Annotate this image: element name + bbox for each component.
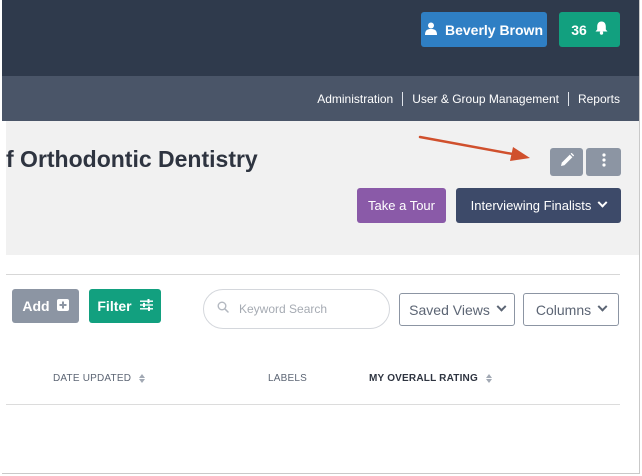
nav-user-group-management[interactable]: User & Group Management (412, 92, 559, 106)
saved-views-dropdown[interactable]: Saved Views (399, 293, 515, 326)
chevron-down-icon (597, 197, 608, 208)
take-tour-button[interactable]: Take a Tour (357, 188, 446, 223)
sort-icon (139, 374, 146, 383)
add-label: Add (22, 298, 50, 314)
section-divider (6, 274, 620, 275)
edit-button[interactable] (550, 148, 583, 176)
vertical-dots-icon (601, 152, 606, 172)
filter-label: Filter (97, 298, 132, 314)
secondary-nav: Administration User & Group Management R… (2, 76, 639, 121)
chevron-down-icon (496, 301, 507, 312)
column-header-label: DATE UPDATED (53, 373, 132, 384)
nav-divider (567, 91, 569, 106)
nav-reports[interactable]: Reports (578, 92, 620, 106)
column-header-label: LABELS (268, 373, 308, 384)
column-header-labels: LABELS (268, 373, 307, 384)
nav-administration[interactable]: Administration (317, 92, 393, 106)
plus-square-icon (56, 298, 69, 314)
more-options-button[interactable] (586, 148, 621, 176)
saved-views-label: Saved Views (409, 301, 490, 318)
page-title: f Orthodontic Dentistry (6, 146, 258, 172)
table-header: DATE UPDATED LABELS MY OVERALL RATING (6, 361, 620, 405)
user-icon (424, 22, 437, 38)
pencil-icon (560, 152, 574, 172)
search-input[interactable] (239, 302, 379, 316)
column-header-label: MY OVERALL RATING (369, 373, 478, 384)
notifications-button[interactable]: 36 (559, 12, 620, 47)
user-menu-button[interactable]: Beverly Brown (421, 12, 547, 47)
sliders-icon (139, 298, 153, 314)
title-panel: f Orthodontic Dentistry Take a Tour Inte… (6, 121, 639, 255)
user-name: Beverly Brown (444, 21, 544, 38)
chevron-down-icon (597, 301, 608, 312)
column-header-overall-rating[interactable]: MY OVERALL RATING (369, 373, 492, 384)
column-header-date-updated[interactable]: DATE UPDATED (53, 373, 146, 384)
filter-button[interactable]: Filter (89, 289, 161, 323)
add-button[interactable]: Add (12, 289, 79, 323)
nav-divider (402, 91, 404, 106)
stage-dropdown-button[interactable]: Interviewing Finalists (456, 188, 621, 223)
stage-label: Interviewing Finalists (470, 198, 592, 213)
sort-icon (485, 374, 492, 383)
notification-count: 36 (571, 21, 587, 38)
keyword-search[interactable] (203, 289, 390, 329)
annotation-arrow (418, 135, 530, 161)
columns-label: Columns (535, 301, 592, 318)
columns-dropdown[interactable]: Columns (523, 293, 619, 326)
bell-icon (595, 21, 608, 38)
app-frame: Beverly Brown 36 Administration User & G… (2, 0, 640, 474)
top-header: Beverly Brown 36 (2, 0, 639, 76)
search-icon (217, 300, 229, 318)
